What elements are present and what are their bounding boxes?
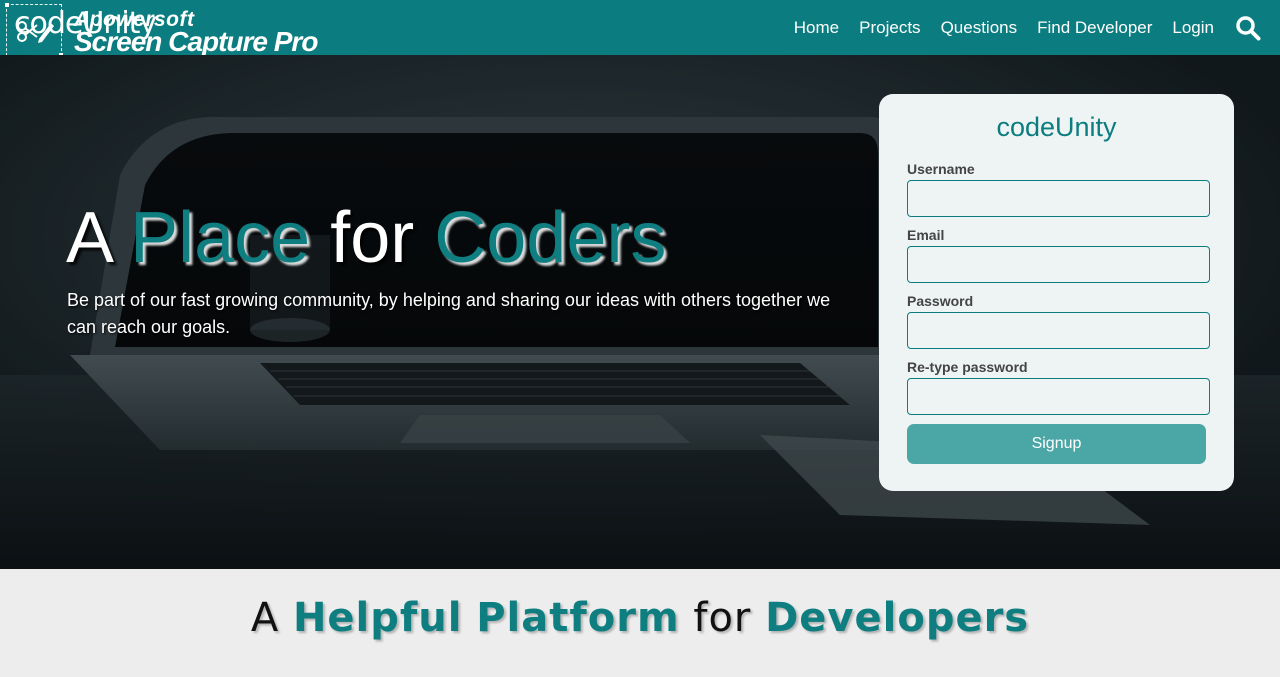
hero-section: A Place for Coders Be part of our fast g…: [0, 55, 1280, 569]
retype-password-input[interactable]: [907, 378, 1210, 415]
nav-login-link[interactable]: Login: [1172, 18, 1214, 38]
section-title: A Helpful Platform for Developers: [0, 595, 1280, 641]
retype-password-label: Re-type password: [907, 359, 1028, 375]
scissors-pen-icon: [17, 21, 54, 43]
search-button[interactable]: [1234, 14, 1262, 42]
email-label: Email: [907, 227, 945, 243]
nav-projects-link[interactable]: Projects: [859, 18, 920, 38]
section-title-developers: Developers: [765, 595, 1030, 641]
hero-title: A Place for Coders: [66, 197, 666, 279]
username-input[interactable]: [907, 180, 1210, 217]
hero-title-a: A: [66, 198, 111, 278]
screen-capture-watermark: Apowersoft Screen Capture Pro: [5, 3, 336, 57]
section-title-helpful: Helpful: [292, 595, 463, 641]
hero-title-for: for: [330, 198, 415, 278]
nav-questions-link[interactable]: Questions: [941, 18, 1018, 38]
section-title-for: for: [693, 595, 752, 641]
password-label: Password: [907, 293, 974, 309]
signup-button[interactable]: Signup: [907, 424, 1206, 464]
hero-title-coders: Coders: [434, 198, 667, 278]
watermark-line2: Screen Capture Pro: [74, 26, 318, 57]
password-input[interactable]: [907, 312, 1210, 349]
username-label: Username: [907, 161, 975, 177]
hero-subtitle: Be part of our fast growing community, b…: [67, 290, 831, 337]
email-input[interactable]: [907, 246, 1210, 283]
nav-home-link[interactable]: Home: [794, 18, 839, 38]
search-icon: [1236, 15, 1261, 40]
nav-find-developer-link[interactable]: Find Developer: [1037, 18, 1152, 38]
section-title-a: A: [250, 595, 280, 641]
section-title-platform: Platform: [476, 595, 680, 641]
navbar: codeUnity Apowersoft Screen Capture Pro …: [0, 0, 1280, 57]
watermark-frame: [5, 3, 63, 57]
hero-title-place: Place: [130, 198, 311, 278]
nav-links: Home Projects Questions Find Developer L…: [774, 0, 1262, 55]
signup-card-title: codeUnity: [996, 112, 1117, 142]
platform-section: A Helpful Platform for Developers: [0, 569, 1280, 677]
signup-card: codeUnity Username Email Password Re-typ…: [879, 94, 1234, 491]
